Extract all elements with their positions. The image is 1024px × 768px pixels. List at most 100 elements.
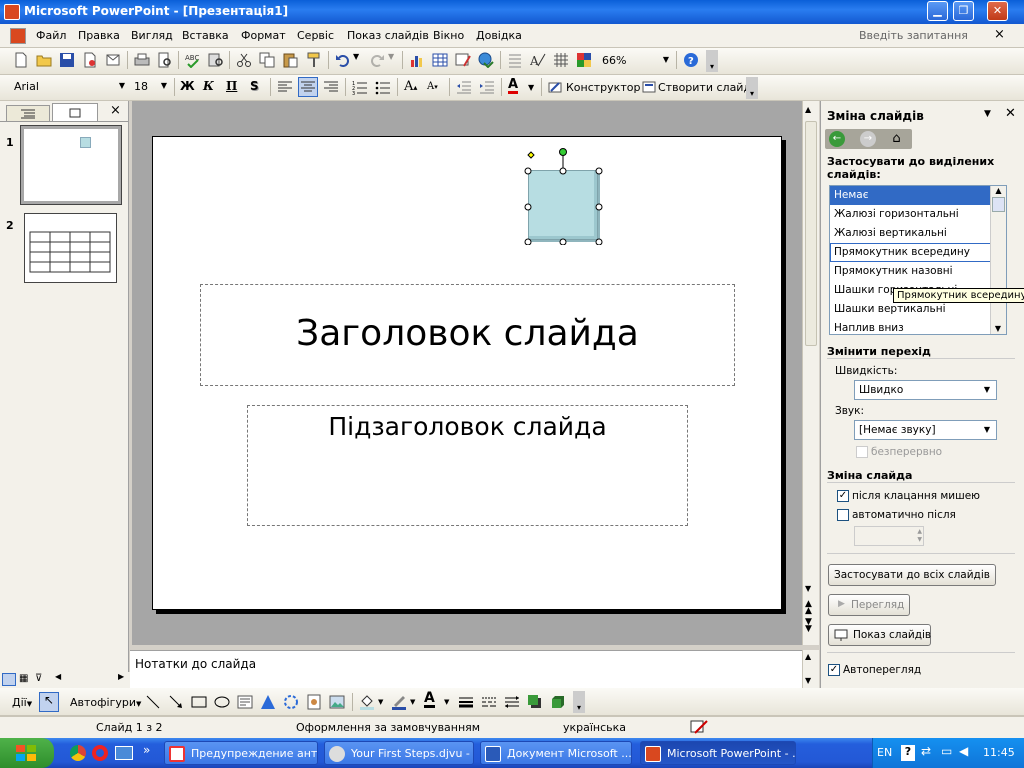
wordart-icon[interactable]: [260, 694, 276, 710]
scroll-right-icon[interactable]: ▶: [118, 672, 124, 681]
menu-help[interactable]: Довідка: [476, 29, 522, 42]
toolbar-options-icon[interactable]: ▾: [746, 77, 758, 99]
menu-insert[interactable]: Вставка: [182, 29, 229, 42]
select-pointer-icon[interactable]: ↖: [39, 692, 59, 712]
autopreview-checkbox[interactable]: ✓: [828, 664, 840, 676]
list-scrollbar[interactable]: ▲ ▼: [990, 186, 1006, 334]
font-color-button[interactable]: A: [508, 78, 519, 94]
previous-slide-icon[interactable]: ▲ ▲: [805, 600, 812, 616]
diagram-icon[interactable]: [283, 694, 299, 710]
toolbar-options-icon[interactable]: ▾: [706, 50, 718, 72]
textbox-icon[interactable]: [237, 694, 253, 710]
list-item[interactable]: Немає: [830, 186, 1006, 205]
scroll-up-icon[interactable]: ▲: [991, 186, 1006, 195]
list-item[interactable]: Жалюзі горизонтальні: [830, 205, 1006, 224]
dash-style-icon[interactable]: [481, 694, 497, 710]
new-icon[interactable]: [13, 52, 29, 68]
font-color-dropdown-icon[interactable]: ▼: [528, 83, 534, 92]
notes-scrollbar[interactable]: ▲ ▼: [802, 650, 819, 688]
chrome-icon[interactable]: [70, 745, 86, 761]
spelling-icon[interactable]: ABC: [185, 52, 201, 68]
numbering-icon[interactable]: 123: [352, 79, 368, 95]
monitor-tray-icon[interactable]: ▭: [941, 744, 952, 758]
slides-tab[interactable]: [52, 103, 98, 121]
align-center-icon[interactable]: [298, 77, 318, 97]
color-grayscale-icon[interactable]: [576, 52, 592, 68]
back-icon[interactable]: ←: [829, 131, 845, 147]
volume-tray-icon[interactable]: ◀: [959, 744, 968, 758]
align-right-icon[interactable]: [323, 79, 339, 95]
help-icon[interactable]: ?: [683, 52, 699, 68]
speed-select[interactable]: Швидко ▼: [854, 380, 997, 400]
format-painter-icon[interactable]: [306, 52, 322, 68]
slide-thumbnail-2[interactable]: [24, 213, 117, 283]
new-slide-button[interactable]: Створити слайд: [658, 81, 751, 94]
bold-button[interactable]: Ж: [180, 79, 195, 93]
undo-icon[interactable]: [335, 52, 351, 68]
research-icon[interactable]: [208, 52, 224, 68]
expand-all-icon[interactable]: [507, 52, 523, 68]
slide-canvas[interactable]: Заголовок слайда Підзаголовок слайда: [152, 136, 782, 610]
task-djvu[interactable]: Your First Steps.djvu - ...: [324, 741, 474, 765]
scroll-up-icon[interactable]: ▲: [805, 105, 811, 114]
quick-launch-more-icon[interactable]: »: [143, 743, 150, 757]
increase-font-button[interactable]: A▴: [404, 79, 417, 94]
open-icon[interactable]: [36, 52, 52, 68]
permission-icon[interactable]: [82, 52, 98, 68]
on-click-checkbox[interactable]: ✓: [837, 490, 849, 502]
list-item[interactable]: Прямокутник назовні: [830, 262, 1006, 281]
decrease-indent-icon[interactable]: [456, 79, 472, 95]
task-word[interactable]: Документ Microsoft ...: [480, 741, 632, 765]
menu-edit[interactable]: Правка: [78, 29, 120, 42]
italic-button[interactable]: К: [203, 79, 214, 93]
start-button[interactable]: [0, 738, 54, 768]
close-window-button[interactable]: ✕: [987, 1, 1008, 21]
show-formatting-icon[interactable]: A: [530, 52, 546, 68]
print-icon[interactable]: [134, 52, 150, 68]
document-icon[interactable]: [10, 28, 26, 44]
save-icon[interactable]: [59, 52, 75, 68]
home-icon[interactable]: ⌂: [888, 131, 905, 147]
close-document-button[interactable]: ×: [994, 27, 1005, 42]
arrow-icon[interactable]: [168, 694, 184, 710]
oval-icon[interactable]: [214, 694, 230, 710]
network-tray-icon[interactable]: ⇄: [921, 744, 931, 758]
toolbar-options-icon[interactable]: ▾: [573, 691, 585, 713]
task-warning[interactable]: Предупреждение ант...: [164, 741, 318, 765]
line-color-icon[interactable]: [391, 694, 407, 710]
menu-file[interactable]: Файл: [36, 29, 66, 42]
scroll-down-icon[interactable]: ▼: [991, 324, 1005, 333]
new-slide-icon[interactable]: [641, 79, 657, 95]
designer-button[interactable]: Конструктор: [566, 81, 640, 94]
tables-borders-icon[interactable]: [455, 52, 471, 68]
show-desktop-icon[interactable]: [115, 746, 133, 760]
clipart-icon[interactable]: [306, 694, 322, 710]
scroll-up-icon[interactable]: ▲: [805, 652, 811, 661]
font-combo[interactable]: Arial ▼: [10, 78, 128, 96]
auto-advance-checkbox[interactable]: [837, 509, 849, 521]
help-tray-icon[interactable]: ?: [901, 745, 915, 761]
cut-icon[interactable]: [236, 52, 252, 68]
print-preview-icon[interactable]: [157, 52, 173, 68]
scroll-thumb[interactable]: [992, 197, 1005, 212]
line-icon[interactable]: [145, 694, 161, 710]
show-grid-icon[interactable]: [553, 52, 569, 68]
minimize-button[interactable]: ▁: [927, 1, 948, 21]
selection-handles[interactable]: [523, 145, 603, 245]
slideshow-view-icon[interactable]: ⊽: [35, 673, 48, 686]
sound-select[interactable]: [Немає звуку] ▼: [854, 420, 997, 440]
opera-icon[interactable]: [92, 745, 108, 761]
help-question-box[interactable]: Введіть запитання: [859, 29, 968, 42]
menu-format[interactable]: Формат: [241, 29, 286, 42]
3d-style-icon[interactable]: [550, 694, 566, 710]
outline-tab[interactable]: [6, 105, 50, 121]
bullets-icon[interactable]: [375, 79, 391, 95]
close-task-pane-icon[interactable]: ✕: [1005, 106, 1016, 121]
subtitle-placeholder[interactable]: Підзаголовок слайда: [247, 405, 688, 526]
slide-thumbnail-1[interactable]: [20, 125, 122, 205]
transition-list[interactable]: Немає Жалюзі горизонтальні Жалюзі вертик…: [829, 185, 1007, 335]
list-item[interactable]: Прямокутник всередину: [830, 243, 1006, 262]
scroll-left-icon[interactable]: ◀: [55, 672, 61, 681]
chevron-down-icon[interactable]: ▼: [410, 698, 415, 706]
shadow-button[interactable]: S: [250, 79, 259, 93]
